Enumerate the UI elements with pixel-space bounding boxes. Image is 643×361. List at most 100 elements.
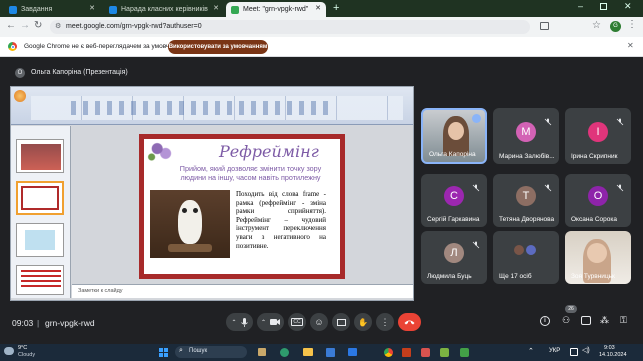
- start-icon[interactable]: [159, 348, 168, 357]
- app-icon[interactable]: [440, 348, 449, 357]
- participant-tile[interactable]: М Марина Залюбів...: [493, 108, 559, 164]
- url-field[interactable]: ⚙ meet.google.com/grn-vpgk-rwd?authuser=…: [50, 20, 530, 34]
- presenter-avatar: О: [15, 68, 25, 78]
- close-icon[interactable]: ✕: [315, 4, 321, 12]
- tray-chevron-icon[interactable]: ⌃: [528, 347, 534, 355]
- weather-text: Cloudy: [18, 352, 36, 358]
- mic-off-icon: [472, 179, 480, 192]
- mic-off-icon: [616, 179, 624, 192]
- cast-icon[interactable]: [540, 22, 549, 30]
- close-infobar-icon[interactable]: ✕: [627, 41, 634, 50]
- participant-name: Людмила Буць: [427, 273, 472, 280]
- search-icon: ⌕: [179, 347, 183, 354]
- raise-hand-button[interactable]: ✋: [354, 313, 372, 331]
- set-default-button[interactable]: Використовувати за умовчанням: [168, 40, 268, 54]
- clock-date[interactable]: 14.10.2024: [599, 352, 627, 358]
- minimize-button[interactable]: –: [578, 1, 583, 11]
- shared-screen: Рефреймінг Прийом, який дозволяє змінити…: [10, 86, 414, 301]
- tab-label: Meet: "grn-vpgk-rwd": [243, 6, 309, 13]
- participant-name: Ольга Капоріна: [429, 151, 476, 158]
- ppt-office-button: [14, 90, 26, 102]
- audio-options-button[interactable]: ⌃: [226, 313, 253, 331]
- participant-avatar: Т: [516, 186, 536, 206]
- participant-avatar: С: [444, 186, 464, 206]
- participant-tile[interactable]: Т Тетяна Дворянова: [493, 174, 559, 227]
- mail-icon[interactable]: [348, 348, 357, 356]
- edge-icon[interactable]: [280, 348, 289, 357]
- infobar-message: Google Chrome не є веб-переглядачем за у…: [24, 43, 189, 50]
- emoji-button[interactable]: ☺: [310, 313, 328, 331]
- store-icon[interactable]: [326, 348, 335, 357]
- tab-bar: Завдання ✕ Нарада класних керівників ✕ M…: [0, 0, 643, 17]
- weather-temp: 9°C: [18, 345, 28, 351]
- participant-tile[interactable]: Зоя Турвницьк: [565, 231, 631, 284]
- chrome-icon[interactable]: [384, 348, 393, 357]
- app-icon[interactable]: [460, 348, 469, 357]
- back-icon[interactable]: ←: [6, 20, 16, 31]
- volume-icon[interactable]: ◁): [582, 346, 590, 354]
- default-browser-infobar: Google Chrome не є веб-переглядачем за у…: [0, 37, 643, 57]
- participant-avatar: О: [588, 186, 608, 206]
- participant-tile[interactable]: О Оксана Сорока: [565, 174, 631, 227]
- meeting-code: grn-vpgk-rwd: [45, 318, 95, 328]
- close-icon[interactable]: ✕: [213, 4, 219, 12]
- powerpoint-icon[interactable]: [402, 348, 411, 357]
- slide-inner: Рефреймінг Прийом, який дозволяє змінити…: [144, 139, 340, 274]
- slide-subtitle: Прийом, який дозволяє змінити точку зору…: [179, 164, 322, 182]
- calendar-icon: [109, 5, 117, 14]
- participant-name: Тетяна Дворянова: [499, 216, 555, 223]
- meeting-separator: |: [37, 318, 40, 328]
- captions-button[interactable]: CC: [288, 313, 306, 331]
- file-explorer-icon[interactable]: [303, 348, 313, 356]
- menu-kebab-icon[interactable]: ⋮: [627, 19, 637, 30]
- slide-thumbnail: [16, 181, 64, 215]
- language-indicator[interactable]: УКР: [549, 348, 560, 354]
- chevron-up-icon: ⌃: [260, 319, 267, 326]
- speaking-indicator-icon: [472, 114, 481, 123]
- video-options-button[interactable]: ⌃: [257, 313, 284, 331]
- participant-tile[interactable]: Л Людмила Буць: [421, 231, 487, 284]
- app-icon[interactable]: [421, 348, 430, 357]
- captions-icon: CC: [291, 318, 303, 326]
- clock-time[interactable]: 9:03: [604, 345, 615, 351]
- hand-icon: ✋: [358, 317, 368, 327]
- maximize-button[interactable]: [600, 3, 607, 10]
- tab-label: Нарада класних керівників: [121, 6, 208, 13]
- presenter-label: Ольга Капоріна (Презентація): [31, 69, 128, 76]
- activities-icon[interactable]: ⁂: [600, 315, 609, 326]
- tab-meet[interactable]: Meet: "grn-vpgk-rwd" ✕: [226, 2, 326, 17]
- participant-tile[interactable]: С Сергій Гаркавина: [421, 174, 487, 227]
- windows-taskbar: 9°C Cloudy ⌕ Пошук ⌃ УКР ◁) 9:03 14.10.2…: [0, 344, 643, 361]
- taskbar-search-field[interactable]: ⌕ Пошук: [175, 346, 247, 358]
- participant-tile[interactable]: Ще 17 осіб: [493, 231, 559, 284]
- participant-tile[interactable]: І Ірина Скрипник: [565, 108, 631, 164]
- chat-icon[interactable]: [581, 316, 591, 325]
- more-options-button[interactable]: ⋮: [376, 313, 394, 331]
- network-icon[interactable]: [570, 348, 578, 356]
- close-icon[interactable]: ✕: [89, 4, 95, 12]
- bookmark-star-icon[interactable]: ☆: [592, 20, 601, 31]
- participant-name: Ірина Скрипник: [571, 153, 618, 160]
- task-view-icon[interactable]: [258, 348, 266, 356]
- info-icon[interactable]: i: [540, 316, 550, 326]
- present-button[interactable]: [332, 313, 350, 331]
- meeting-time: 09:03: [12, 318, 34, 328]
- participant-tile[interactable]: Ольга Капоріна: [421, 108, 487, 164]
- weather-icon: [4, 347, 14, 355]
- people-icon[interactable]: ⚇: [562, 315, 570, 326]
- tab-meeting[interactable]: Нарада класних керівників ✕: [104, 2, 224, 17]
- search-placeholder: Пошук: [189, 348, 208, 354]
- site-info-icon[interactable]: ⚙: [55, 20, 61, 34]
- meet-icon: [231, 5, 239, 14]
- close-window-button[interactable]: ✕: [624, 1, 632, 12]
- host-controls-icon[interactable]: ⚿: [620, 315, 627, 326]
- participant-avatar: І: [588, 122, 608, 142]
- new-tab-button[interactable]: +: [333, 2, 339, 14]
- tab-assignments[interactable]: Завдання ✕: [4, 2, 100, 17]
- reload-icon[interactable]: ↻: [34, 20, 42, 31]
- forward-icon[interactable]: →: [20, 20, 30, 31]
- mic-off-icon: [616, 113, 624, 126]
- leave-call-button[interactable]: [398, 313, 421, 331]
- profile-avatar[interactable]: G: [610, 21, 621, 32]
- participant-name: Марина Залюбів...: [499, 153, 555, 160]
